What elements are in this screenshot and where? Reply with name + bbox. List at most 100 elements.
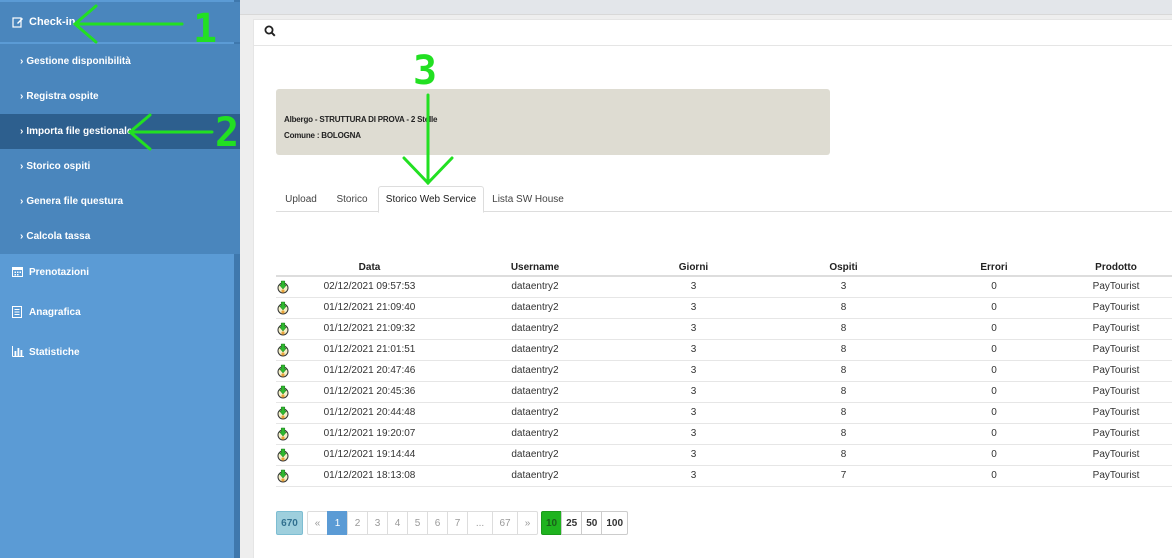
cell-ospiti: 7 <box>758 465 929 487</box>
cell-giorni: 3 <box>629 444 758 466</box>
cell-giorni: 3 <box>629 297 758 319</box>
page-ellipsis: ... <box>467 511 493 535</box>
column-header-username[interactable]: Username <box>441 259 629 277</box>
cell-icon <box>276 465 298 487</box>
table-row: 01/12/2021 19:20:07 dataentry2 3 8 0 PayTouri… <box>276 423 1172 445</box>
sidebar-subitem-label: Importa file gestionale <box>26 126 133 137</box>
cell-giorni: 3 <box>629 381 758 403</box>
cell-data: 01/12/2021 21:09:32 <box>298 318 441 340</box>
cell-icon <box>276 423 298 445</box>
cell-ospiti: 8 <box>758 339 929 361</box>
sidebar-item-prenotazioni[interactable]: Prenotazioni <box>0 252 240 292</box>
cell-giorni: 3 <box>629 276 758 298</box>
hotel-info-box: Albergo - STRUTTURA DI PROVA - 2 Stelle … <box>276 89 830 155</box>
sidebar-subitem-label: Gestione disponibilità <box>26 56 131 67</box>
column-header-prodotto[interactable]: Prodotto <box>1059 259 1172 277</box>
sidebar-subitem[interactable]: › Importa file gestionale <box>0 114 240 149</box>
cell-giorni: 3 <box>629 339 758 361</box>
sidebar-item-anagrafica[interactable]: Anagrafica <box>0 292 240 332</box>
sidebar-subitem-label: Genera file questura <box>26 196 124 207</box>
page-button[interactable]: 2 <box>347 511 368 535</box>
search-icon[interactable] <box>264 25 276 40</box>
page-button[interactable]: 3 <box>367 511 388 535</box>
sidebar-subitem[interactable]: › Storico ospiti <box>0 149 240 184</box>
sidebar-subitem[interactable]: › Calcola tassa <box>0 219 240 254</box>
table-row: 01/12/2021 21:09:40 dataentry2 3 8 0 PayTouri… <box>276 297 1172 319</box>
cell-ospiti: 3 <box>758 276 929 298</box>
cell-errori: 0 <box>929 465 1059 487</box>
cell-errori: 0 <box>929 360 1059 382</box>
page-size-button[interactable]: 25 <box>561 511 583 535</box>
cell-icon <box>276 339 298 361</box>
cell-data: 01/12/2021 20:44:48 <box>298 402 441 424</box>
tab-storico-web-service[interactable]: Storico Web Service <box>378 186 484 213</box>
download-icon[interactable] <box>277 280 289 294</box>
sidebar-item-checkin[interactable]: Check-in <box>0 2 240 42</box>
tab-upload[interactable]: Upload <box>279 186 323 212</box>
next-page-button[interactable]: » <box>517 511 538 535</box>
download-icon[interactable] <box>277 448 289 462</box>
chevron-right-icon: › <box>20 196 24 207</box>
cell-giorni: 3 <box>629 360 758 382</box>
page-size-button[interactable]: 100 <box>601 511 629 535</box>
page-button[interactable]: 7 <box>447 511 468 535</box>
sidebar-item-statistiche[interactable]: Statistiche <box>0 332 240 372</box>
cell-data: 01/12/2021 18:13:08 <box>298 465 441 487</box>
sidebar-item-label: Check-in <box>29 16 76 28</box>
sidebar-subitem[interactable]: › Registra ospite <box>0 79 240 114</box>
download-icon[interactable] <box>277 469 289 483</box>
column-header-giorni[interactable]: Giorni <box>629 259 758 277</box>
download-icon[interactable] <box>277 364 289 378</box>
cell-username: dataentry2 <box>441 444 629 466</box>
chevron-right-icon: › <box>20 91 24 102</box>
cell-username: dataentry2 <box>441 360 629 382</box>
column-header-data[interactable]: Data <box>298 259 441 277</box>
download-icon[interactable] <box>277 427 289 441</box>
chevron-right-icon: › <box>20 231 24 242</box>
table-row: 01/12/2021 21:09:32 dataentry2 3 8 0 PayTouri… <box>276 318 1172 340</box>
prev-page-button[interactable]: « <box>307 511 328 535</box>
sidebar-item-label: Statistiche <box>29 346 80 358</box>
download-icon[interactable] <box>277 301 289 315</box>
page-size-button[interactable]: 10 <box>541 511 563 535</box>
page-button[interactable]: 4 <box>387 511 408 535</box>
bar-chart-icon <box>12 346 24 358</box>
page-size-button[interactable]: 50 <box>581 511 603 535</box>
cell-username: dataentry2 <box>441 423 629 445</box>
calendar-icon <box>12 266 24 278</box>
cell-username: dataentry2 <box>441 297 629 319</box>
column-header-ospiti[interactable]: Ospiti <box>758 259 929 277</box>
cell-prodotto: PayTourist <box>1059 276 1172 298</box>
page-button[interactable]: 67 <box>492 511 518 535</box>
tab-lista-sw-house[interactable]: Lista SW House <box>486 186 570 212</box>
sidebar-subitem-label: Calcola tassa <box>26 231 91 242</box>
cell-prodotto: PayTourist <box>1059 423 1172 445</box>
cell-prodotto: PayTourist <box>1059 339 1172 361</box>
cell-username: dataentry2 <box>441 381 629 403</box>
sidebar-subitem-label: Storico ospiti <box>26 161 91 172</box>
download-icon[interactable] <box>277 385 289 399</box>
cell-data: 02/12/2021 09:57:53 <box>298 276 441 298</box>
sidebar-subitem[interactable]: › Genera file questura <box>0 184 240 219</box>
cell-ospiti: 8 <box>758 360 929 382</box>
page-button[interactable]: 6 <box>427 511 448 535</box>
page-button[interactable]: 1 <box>327 511 348 535</box>
search-bar[interactable] <box>254 20 1172 46</box>
download-icon[interactable] <box>277 322 289 336</box>
table-row: 02/12/2021 09:57:53 dataentry2 3 3 0 PayTouri… <box>276 276 1172 298</box>
tab-storico[interactable]: Storico <box>327 186 377 212</box>
edit-icon <box>12 16 24 28</box>
download-icon[interactable] <box>277 406 289 420</box>
cell-giorni: 3 <box>629 423 758 445</box>
download-icon[interactable] <box>277 343 289 357</box>
table-row: 01/12/2021 19:14:44 dataentry2 3 8 0 PayTouri… <box>276 444 1172 466</box>
cell-errori: 0 <box>929 381 1059 403</box>
cell-icon <box>276 444 298 466</box>
column-header-errori[interactable]: Errori <box>929 259 1059 277</box>
sidebar-subitem[interactable]: › Gestione disponibilità <box>0 44 240 79</box>
chevron-right-icon: › <box>20 161 24 172</box>
cell-icon <box>276 297 298 319</box>
table-row: 01/12/2021 18:13:08 dataentry2 3 7 0 PayTouri… <box>276 465 1172 487</box>
cell-giorni: 3 <box>629 318 758 340</box>
page-button[interactable]: 5 <box>407 511 428 535</box>
